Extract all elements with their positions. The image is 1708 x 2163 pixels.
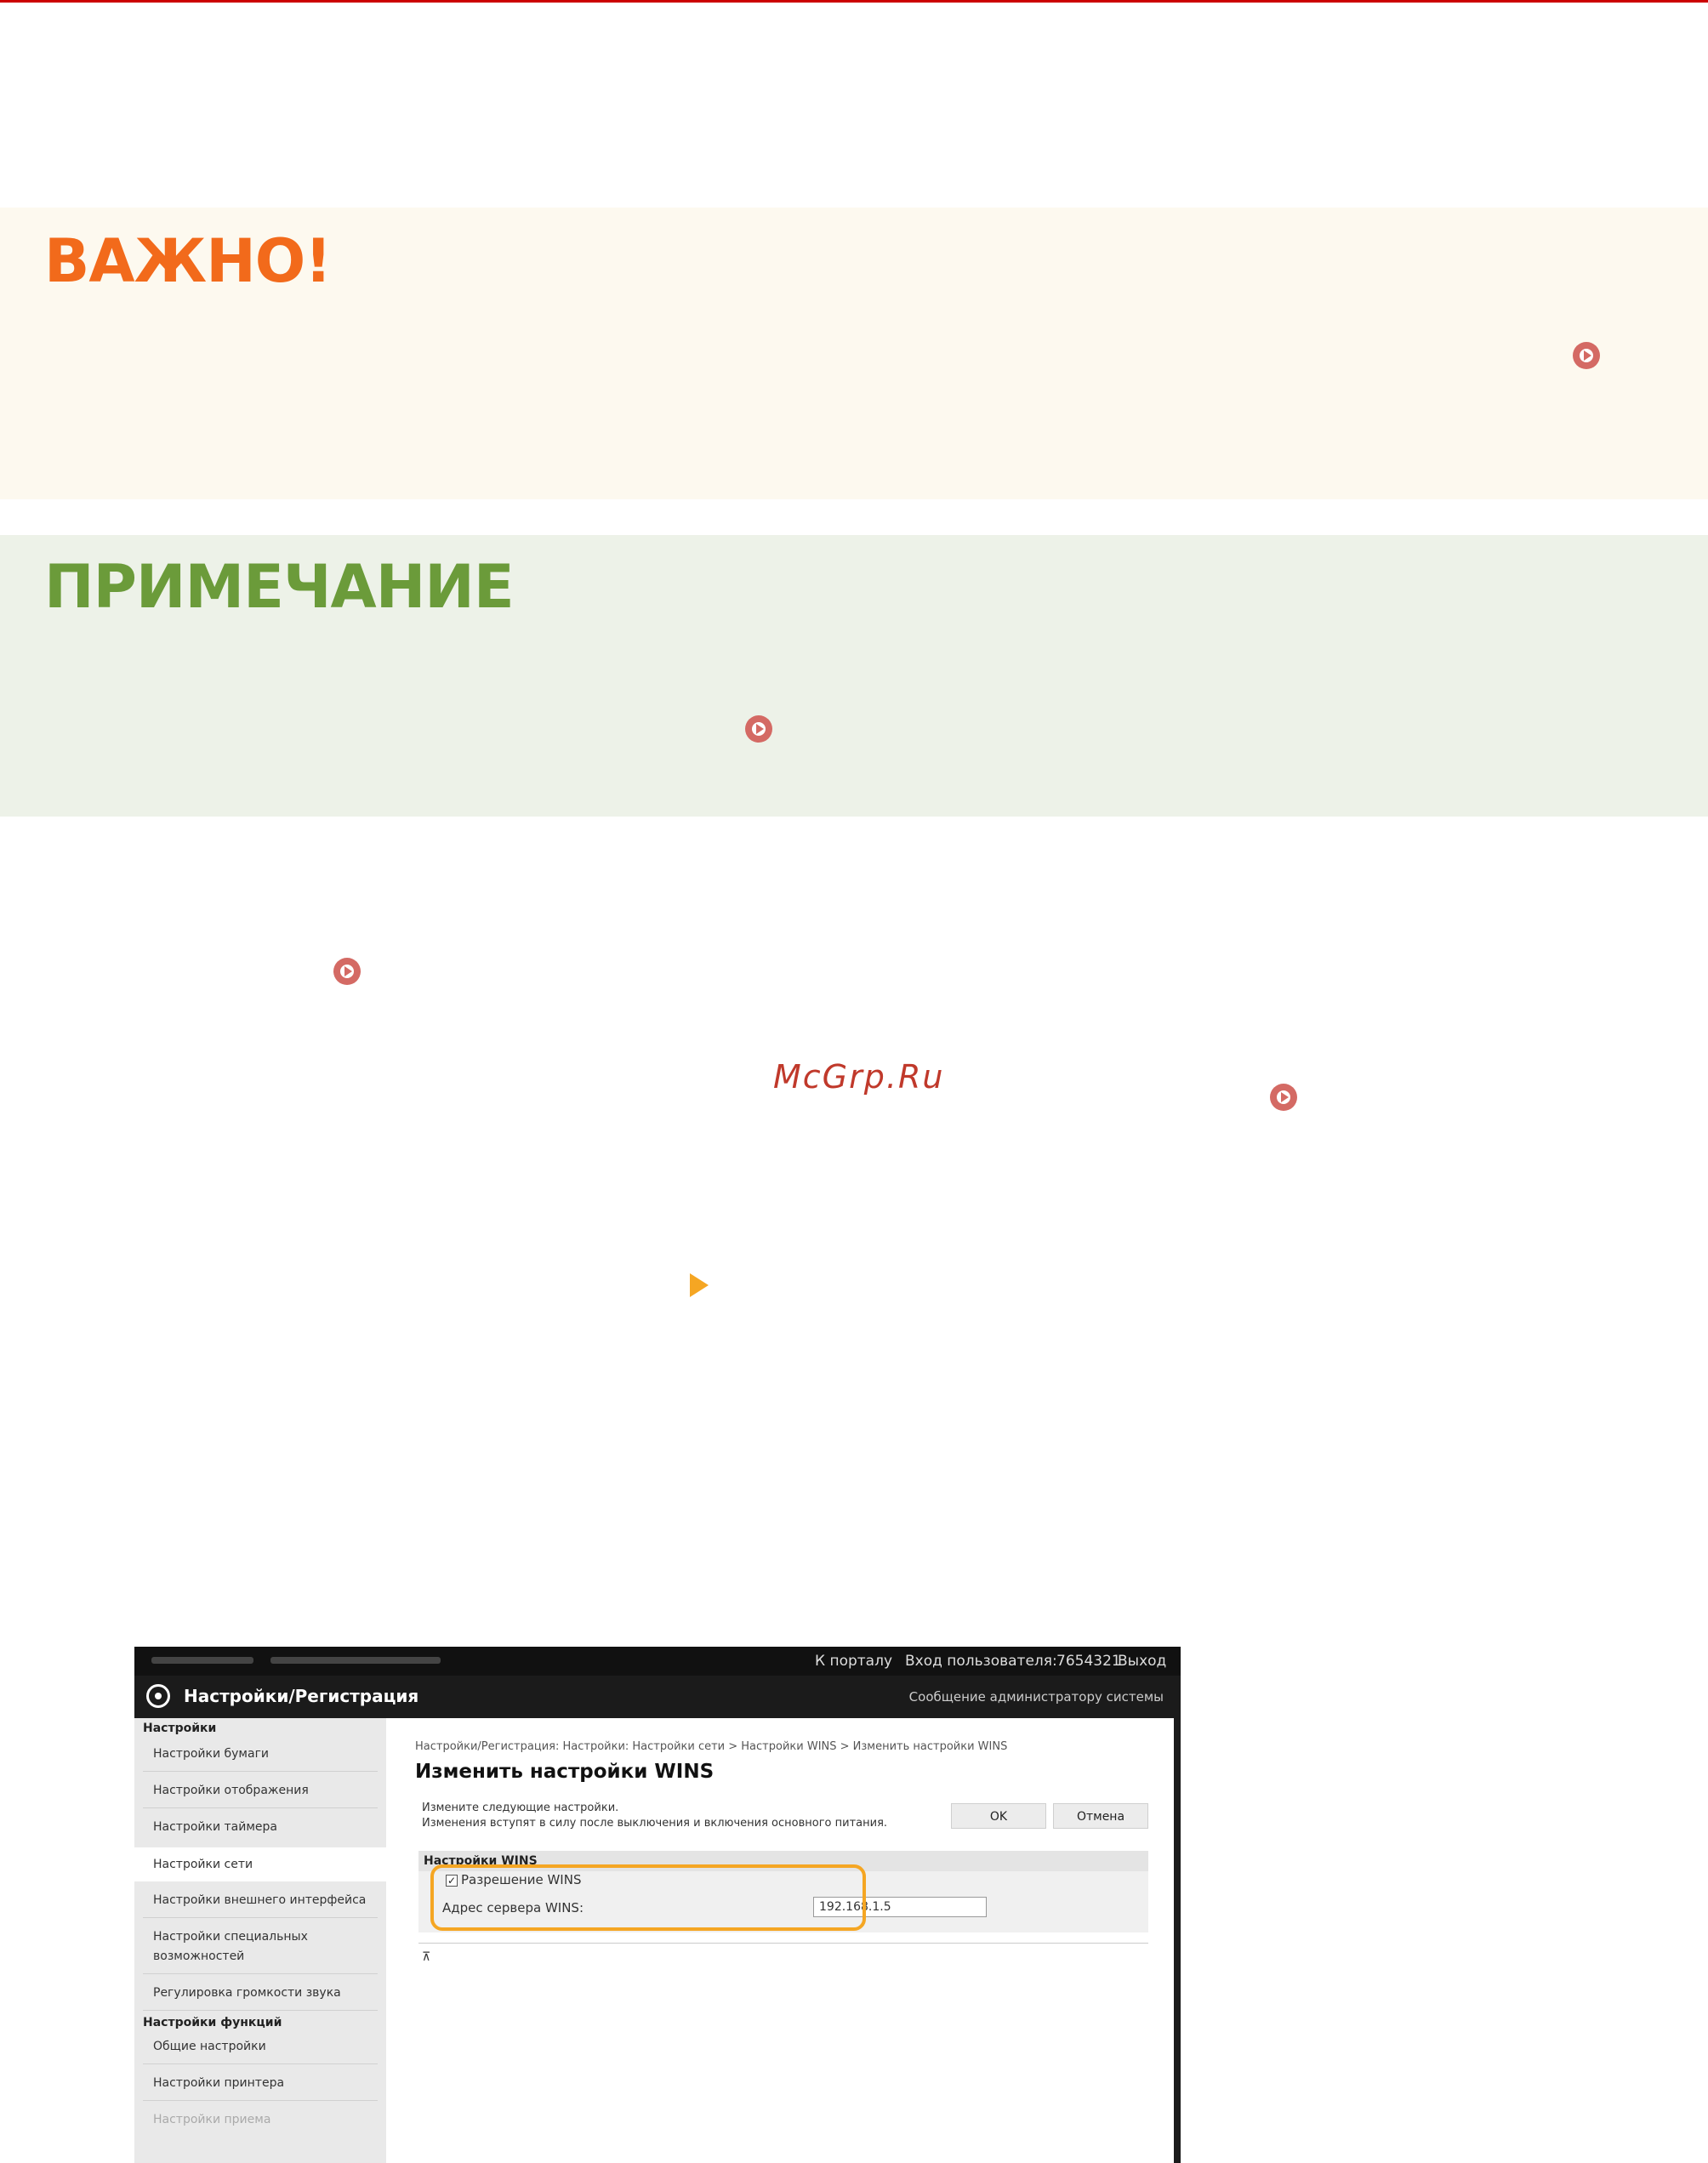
watermark: McGrp.Ru xyxy=(773,1058,945,1096)
sidebar-item-accessibility-cont[interactable]: возможностей xyxy=(134,1950,386,1963)
ok-button[interactable]: OK xyxy=(951,1803,1046,1829)
remote-ui-titlebar: Настройки/Регистрация Сообщение админист… xyxy=(134,1676,1181,1718)
sidebar-item-volume[interactable]: Регулировка громкости звука xyxy=(134,1986,386,2000)
link-arrow-icon[interactable] xyxy=(1270,1084,1297,1111)
restart-notice: Изменения вступят в силу после выключени… xyxy=(422,1817,888,1830)
sidebar-divider xyxy=(143,2063,378,2064)
step-arrow-icon xyxy=(690,1273,709,1297)
cancel-button[interactable]: Отмена xyxy=(1053,1803,1148,1829)
blurred-text xyxy=(151,1657,253,1664)
top-rule xyxy=(0,0,1708,3)
link-arrow-icon[interactable] xyxy=(745,715,772,743)
sidebar-item-common[interactable]: Общие настройки xyxy=(134,2040,386,2053)
sidebar-group-functions: Настройки функций xyxy=(143,2016,282,2029)
important-box: ВАЖНО! xyxy=(0,208,1708,499)
sidebar-item-accessibility[interactable]: Настройки специальных xyxy=(134,1930,386,1944)
login-label: Вход пользователя: xyxy=(905,1653,1057,1670)
logout-link[interactable]: Выход xyxy=(1118,1653,1166,1670)
remote-ui-screenshot: К порталу Вход пользователя: 7654321 Вых… xyxy=(134,1647,1181,2163)
sidebar-divider xyxy=(143,2010,378,2011)
instruction-text: Измените следующие настройки. xyxy=(422,1802,619,1814)
sidebar-item-external-interface[interactable]: Настройки внешнего интерфейса xyxy=(134,1893,386,1907)
settings-gear-icon xyxy=(146,1684,170,1708)
important-title: ВАЖНО! xyxy=(44,226,332,296)
note-box: ПРИМЕЧАНИЕ xyxy=(0,535,1708,817)
sidebar-item-paper[interactable]: Настройки бумаги xyxy=(134,1747,386,1761)
remote-ui-topbar: К порталу Вход пользователя: 7654321 Вых… xyxy=(134,1647,1181,1676)
app-title: Настройки/Регистрация xyxy=(184,1686,419,1706)
link-arrow-icon[interactable] xyxy=(333,958,361,985)
sidebar-item-printer[interactable]: Настройки принтера xyxy=(134,2076,386,2090)
user-id: 7654321 xyxy=(1056,1653,1121,1670)
sidebar-item-receive[interactable]: Настройки приема xyxy=(134,2113,386,2126)
portal-link[interactable]: К порталу xyxy=(815,1653,892,1670)
admin-message-link[interactable]: Сообщение администратору системы xyxy=(909,1689,1164,1705)
sidebar-group-settings: Настройки xyxy=(143,1722,217,1735)
back-to-top-icon[interactable]: ⊼ xyxy=(422,1951,430,1963)
link-arrow-icon[interactable] xyxy=(1573,342,1600,369)
remote-ui-content: Настройки/Регистрация: Настройки: Настро… xyxy=(386,1718,1174,2163)
sidebar-item-display[interactable]: Настройки отображения xyxy=(134,1784,386,1797)
sidebar-divider xyxy=(143,1771,378,1772)
sidebar-divider xyxy=(143,2100,378,2101)
sidebar-divider xyxy=(143,1807,378,1808)
frame-border xyxy=(1174,1718,1181,2163)
sidebar-item-timer[interactable]: Настройки таймера xyxy=(134,1820,386,1834)
sidebar-item-network[interactable]: Настройки сети xyxy=(134,1847,386,1881)
remote-ui-sidebar: Настройки Настройки бумаги Настройки ото… xyxy=(134,1718,386,2163)
section-divider xyxy=(418,1943,1148,1944)
note-title: ПРИМЕЧАНИЕ xyxy=(44,552,515,622)
page-title: Изменить настройки WINS xyxy=(415,1761,715,1783)
highlight-frame xyxy=(430,1864,866,1931)
sidebar-divider xyxy=(143,1973,378,1974)
blurred-text xyxy=(270,1657,441,1664)
breadcrumb: Настройки/Регистрация: Настройки: Настро… xyxy=(415,1740,1008,1753)
sidebar-divider xyxy=(143,1917,378,1918)
